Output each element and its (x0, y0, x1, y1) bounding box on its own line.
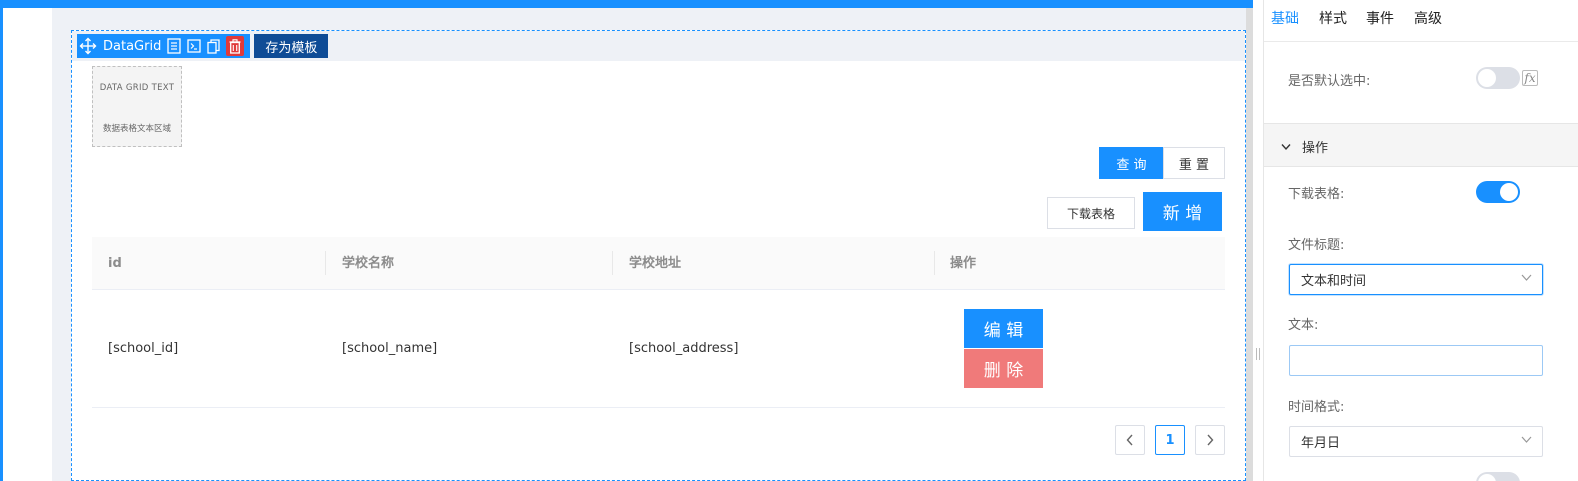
section-operation-header[interactable]: 操作 (1264, 123, 1578, 167)
prev-page-button[interactable] (1115, 425, 1145, 455)
save-template-button[interactable]: 存为模板 (254, 34, 329, 58)
switch-knob (1500, 183, 1518, 201)
tab-advanced[interactable]: 高级 (1414, 8, 1442, 28)
column-header-school-name[interactable]: 学校名称 (342, 237, 394, 290)
data-grid-text-area[interactable]: DATA GRID TEXT 数据表格文本区域 (92, 66, 182, 147)
section-operation-title: 操作 (1302, 141, 1329, 156)
chevron-down-icon (1281, 144, 1291, 151)
panel-splitter[interactable] (1253, 0, 1263, 481)
move-icon[interactable] (79, 37, 97, 55)
chevron-down-icon (1521, 436, 1532, 443)
query-button[interactable]: 查 询 (1099, 147, 1164, 179)
placeholder-subtitle: 数据表格文本区域 (102, 124, 171, 134)
file-title-select[interactable]: 文本和时间 (1289, 264, 1543, 295)
chevron-left-icon (1126, 434, 1133, 446)
add-button[interactable]: 新 增 (1143, 192, 1222, 231)
splitter-grip[interactable] (1256, 348, 1260, 360)
reset-button[interactable]: 重 置 (1163, 147, 1225, 179)
column-header-school-address[interactable]: 学校地址 (629, 237, 681, 290)
time-format-label: 时间格式: (1288, 400, 1345, 415)
table-row: [school_id] [school_name] [school_addres… (92, 290, 1225, 408)
canvas-top-bar (0, 0, 1253, 8)
download-table-button[interactable]: 下载表格 (1047, 197, 1135, 229)
tab-style[interactable]: 样式 (1319, 8, 1347, 28)
terminal-icon[interactable] (187, 39, 201, 53)
copy-icon[interactable] (207, 38, 220, 54)
formula-icon[interactable]: fx (1522, 70, 1538, 86)
cell-school-name: [school_name] (342, 341, 438, 356)
switch-knob (1478, 69, 1496, 87)
chevron-down-icon (1521, 274, 1532, 281)
column-header-id[interactable]: id (108, 237, 122, 290)
column-divider (325, 251, 326, 275)
tab-events[interactable]: 事件 (1366, 8, 1394, 28)
tab-basic[interactable]: 基础 (1271, 8, 1299, 28)
time-format-value: 年月日 (1301, 436, 1341, 451)
page-number-current[interactable]: 1 (1155, 425, 1185, 455)
download-table-switch[interactable] (1476, 181, 1520, 203)
column-divider (934, 251, 935, 275)
column-divider (612, 251, 613, 275)
time-format-select[interactable]: 年月日 (1289, 426, 1543, 457)
next-page-button[interactable] (1195, 425, 1225, 455)
canvas-scrollbar[interactable] (1246, 8, 1253, 481)
component-name: DataGrid (103, 38, 162, 54)
file-title-label: 文件标题: (1288, 238, 1345, 253)
panel-tabs: 基础 样式 事件 高级 (1264, 0, 1578, 36)
next-option-switch[interactable] (1476, 472, 1520, 481)
delete-icon[interactable] (226, 36, 245, 56)
chevron-right-icon (1207, 434, 1214, 446)
file-title-value: 文本和时间 (1301, 274, 1367, 289)
column-header-actions[interactable]: 操作 (950, 237, 976, 290)
switch-knob (1478, 474, 1496, 481)
component-toolbar-main: DataGrid (77, 34, 251, 58)
property-panel: 基础 样式 事件 高级 是否默认选中: fx 操作 下载表格: 文件标题: 文本… (1263, 0, 1578, 481)
text-input[interactable] (1289, 345, 1543, 376)
component-toolbar: DataGrid 存为模板 (77, 34, 329, 58)
download-table-label: 下载表格: (1288, 187, 1345, 202)
divider (1264, 41, 1578, 42)
document-icon[interactable] (167, 38, 181, 54)
edit-button[interactable]: 编 辑 (964, 309, 1043, 348)
default-selected-label: 是否默认选中: (1288, 74, 1371, 89)
default-selected-switch[interactable] (1476, 67, 1520, 89)
text-label: 文本: (1288, 318, 1319, 333)
placeholder-title: DATA GRID TEXT (99, 83, 175, 93)
delete-button[interactable]: 删 除 (964, 349, 1043, 388)
cell-school-address: [school_address] (629, 341, 739, 356)
cell-school-id: [school_id] (108, 341, 179, 356)
table-header: id 学校名称 学校地址 操作 (92, 237, 1225, 290)
